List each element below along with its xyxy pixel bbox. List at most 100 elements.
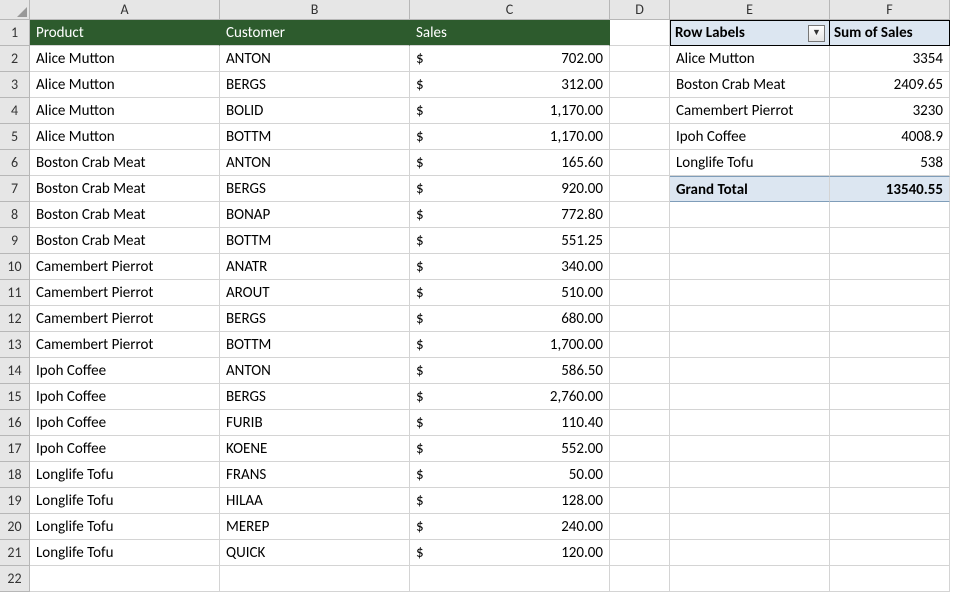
cell-sales[interactable]: $1,170.00 [410,98,610,124]
row-header-21[interactable]: 21 [0,540,30,566]
cell-sales[interactable]: $920.00 [410,176,610,202]
pivot-grand-total-value[interactable]: 13540.55 [830,176,950,202]
cell-f-12[interactable] [830,306,950,332]
cell-d-10[interactable] [610,254,670,280]
cell-product[interactable]: Longlife Tofu [30,514,220,540]
row-header-12[interactable]: 12 [0,306,30,332]
cell-sales[interactable]: $240.00 [410,514,610,540]
cell-d-16[interactable] [610,410,670,436]
pivot-filter-dropdown[interactable]: ▼ [808,25,825,42]
cell-f-10[interactable] [830,254,950,280]
cell-customer[interactable]: BERGS [220,384,410,410]
cell-f-21[interactable] [830,540,950,566]
cell-customer[interactable]: ANTON [220,358,410,384]
cell-f-19[interactable] [830,488,950,514]
row-header-10[interactable]: 10 [0,254,30,280]
row-header-19[interactable]: 19 [0,488,30,514]
cell-customer[interactable]: FRANS [220,462,410,488]
pivot-item-value[interactable]: 4008.9 [830,124,950,150]
empty-cell[interactable] [220,566,410,592]
cell-sales[interactable]: $1,170.00 [410,124,610,150]
cell-sales[interactable]: $128.00 [410,488,610,514]
row-header-2[interactable]: 2 [0,46,30,72]
cell-customer[interactable]: BERGS [220,72,410,98]
cell-sales[interactable]: $552.00 [410,436,610,462]
cell-customer[interactable]: FURIB [220,410,410,436]
cell-d-13[interactable] [610,332,670,358]
cell-sales[interactable]: $702.00 [410,46,610,72]
cell-sales[interactable]: $2,760.00 [410,384,610,410]
row-header-15[interactable]: 15 [0,384,30,410]
row-header-13[interactable]: 13 [0,332,30,358]
cell-customer[interactable]: BOTTM [220,124,410,150]
row-header-3[interactable]: 3 [0,72,30,98]
cell-e-15[interactable] [670,384,830,410]
cell-d-11[interactable] [610,280,670,306]
cell-d-9[interactable] [610,228,670,254]
row-header-7[interactable]: 7 [0,176,30,202]
cell-sales[interactable]: $120.00 [410,540,610,566]
cell-d-8[interactable] [610,202,670,228]
cell-f-8[interactable] [830,202,950,228]
row-header-14[interactable]: 14 [0,358,30,384]
cell-sales[interactable]: $165.60 [410,150,610,176]
empty-cell[interactable] [830,566,950,592]
cell-product[interactable]: Camembert Pierrot [30,280,220,306]
cell-customer[interactable]: BOTTM [220,332,410,358]
cell-f-18[interactable] [830,462,950,488]
empty-cell[interactable] [30,566,220,592]
cell-product[interactable]: Alice Mutton [30,98,220,124]
cell-e-20[interactable] [670,514,830,540]
cell-d-3[interactable] [610,72,670,98]
col-header-D[interactable]: D [610,0,670,20]
cell-product[interactable]: Ipoh Coffee [30,410,220,436]
pivot-item-value[interactable]: 538 [830,150,950,176]
pivot-grand-total-label[interactable]: Grand Total [670,176,830,202]
cell-e-10[interactable] [670,254,830,280]
cell-customer[interactable]: HILAA [220,488,410,514]
cell-e-16[interactable] [670,410,830,436]
cell-customer[interactable]: BERGS [220,306,410,332]
cell-e-21[interactable] [670,540,830,566]
pivot-item-value[interactable]: 3230 [830,98,950,124]
cell-sales[interactable]: $510.00 [410,280,610,306]
cell-d-5[interactable] [610,124,670,150]
pivot-item-label[interactable]: Ipoh Coffee [670,124,830,150]
cell-d-1[interactable] [610,20,670,46]
cell-product[interactable]: Alice Mutton [30,46,220,72]
cell-customer[interactable]: QUICK [220,540,410,566]
row-header-8[interactable]: 8 [0,202,30,228]
cell-product[interactable]: Boston Crab Meat [30,150,220,176]
cell-f-15[interactable] [830,384,950,410]
pivot-item-label[interactable]: Camembert Pierrot [670,98,830,124]
cell-sales[interactable]: $772.80 [410,202,610,228]
cell-product[interactable]: Boston Crab Meat [30,176,220,202]
cell-d-20[interactable] [610,514,670,540]
spreadsheet-grid[interactable]: ABCDEF1ProductCustomerSalesRow Labels▼Su… [0,0,957,592]
cell-d-4[interactable] [610,98,670,124]
cell-customer[interactable]: ANATR [220,254,410,280]
row-header-22[interactable]: 22 [0,566,30,592]
col-header-F[interactable]: F [830,0,950,20]
cell-d-21[interactable] [610,540,670,566]
cell-f-20[interactable] [830,514,950,540]
cell-e-18[interactable] [670,462,830,488]
cell-sales[interactable]: $551.25 [410,228,610,254]
cell-customer[interactable]: KOENE [220,436,410,462]
row-header-4[interactable]: 4 [0,98,30,124]
cell-sales[interactable]: $50.00 [410,462,610,488]
row-header-9[interactable]: 9 [0,228,30,254]
cell-product[interactable]: Camembert Pierrot [30,254,220,280]
cell-d-15[interactable] [610,384,670,410]
empty-cell[interactable] [610,566,670,592]
row-header-5[interactable]: 5 [0,124,30,150]
cell-product[interactable]: Ipoh Coffee [30,358,220,384]
cell-e-12[interactable] [670,306,830,332]
cell-customer[interactable]: AROUT [220,280,410,306]
cell-d-19[interactable] [610,488,670,514]
pivot-item-value[interactable]: 3354 [830,46,950,72]
cell-customer[interactable]: ANTON [220,46,410,72]
cell-product[interactable]: Camembert Pierrot [30,306,220,332]
cell-product[interactable]: Camembert Pierrot [30,332,220,358]
row-header-6[interactable]: 6 [0,150,30,176]
